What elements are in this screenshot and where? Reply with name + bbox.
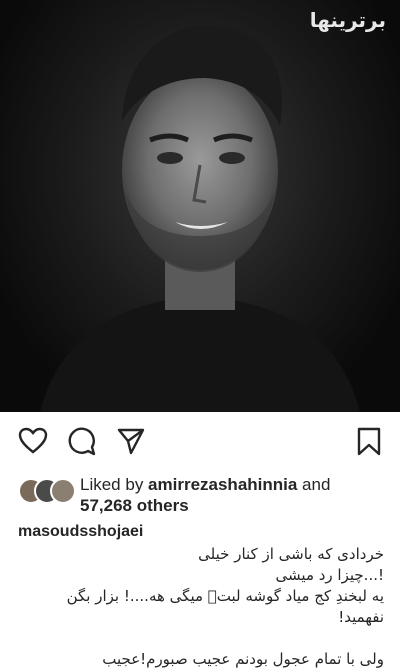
- heart-icon[interactable]: [18, 426, 48, 456]
- caption-line: ولی با تمام عجول بودنم عجیب صبورم!عجیب: [102, 650, 384, 668]
- caption-line: نفهمید!: [338, 608, 384, 626]
- likes-summary[interactable]: Liked by amirrezashahinnia and 57,268 ot…: [18, 474, 388, 518]
- likes-and: and: [297, 475, 331, 494]
- watermark-logo: برترینها: [309, 8, 386, 32]
- avatar: [50, 478, 76, 504]
- liker-avatars: [18, 478, 78, 504]
- likes-prefix: Liked by: [80, 475, 149, 494]
- caption-line: خردادی که باشی از کنار خیلی: [198, 545, 384, 563]
- post-action-bar: [0, 412, 400, 470]
- caption-line: !...چیزا رد میشی: [275, 566, 384, 584]
- likes-text: Liked by amirrezashahinnia and 57,268 ot…: [80, 474, 330, 516]
- caption-line: یه لبخندِ کج میاد گوشه لبت٘ میگی هه....!…: [66, 587, 384, 605]
- caption-username[interactable]: masoudsshojaei: [18, 521, 384, 542]
- post-caption: masoudsshojaei خردادی که باشی از کنار خی…: [18, 521, 384, 670]
- portrait-illustration: [40, 25, 360, 412]
- post-photo[interactable]: برترینها: [0, 0, 400, 412]
- bookmark-icon[interactable]: [354, 426, 384, 456]
- likes-count[interactable]: 57,268 others: [80, 496, 189, 515]
- liker-username[interactable]: amirrezashahinnia: [148, 475, 297, 494]
- share-icon[interactable]: [116, 426, 146, 456]
- comment-icon[interactable]: [66, 426, 96, 456]
